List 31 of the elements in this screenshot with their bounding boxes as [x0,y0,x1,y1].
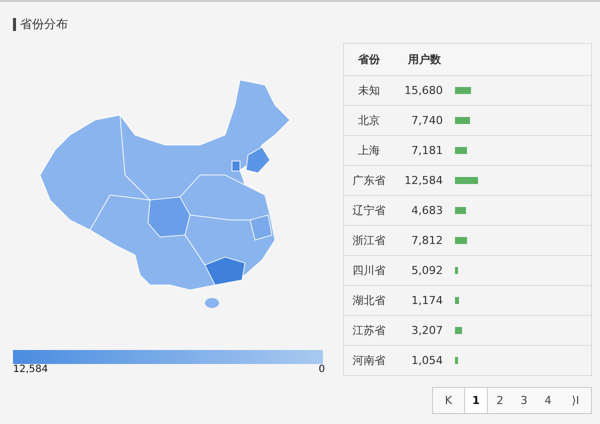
user-count-cell: 7,181 [394,136,455,166]
user-count-cell: 1,054 [394,346,455,376]
user-count-cell: 15,680 [394,76,455,106]
province-cell: 北京 [344,106,394,136]
page-button[interactable]: 1 [464,388,488,413]
province-cell: 浙江省 [344,226,394,256]
user-count-cell: 4,683 [394,196,455,226]
user-count-cell: 1,174 [394,286,455,316]
last-page-button[interactable]: ⟩I [560,388,591,413]
user-count-cell: 12,584 [394,166,455,196]
user-count-cell: 3,207 [394,316,455,346]
user-count-cell: 7,740 [394,106,455,136]
province-cell: 湖北省 [344,286,394,316]
scale-max-label: 12,584 [13,364,48,375]
province-cell: 四川省 [344,256,394,286]
province-cell: 江苏省 [344,316,394,346]
column-header: 省份 [344,44,394,76]
province-cell: 河南省 [344,346,394,376]
user-count-cell: 5,092 [394,256,455,286]
page-button[interactable]: 2 [488,388,512,413]
section-title: 省份分布 [20,16,68,32]
province-cell: 广东省 [344,166,394,196]
first-page-button[interactable]: K [433,388,464,413]
page-button[interactable]: 4 [536,388,560,413]
province-cell: 未知 [344,76,394,106]
column-header: 用户数 [394,44,455,76]
page-button[interactable]: 3 [512,388,536,413]
user-count-cell: 7,812 [394,226,455,256]
province-cell: 上海 [344,136,394,166]
scale-min-label: 0 [318,364,325,375]
province-cell: 辽宁省 [344,196,394,226]
